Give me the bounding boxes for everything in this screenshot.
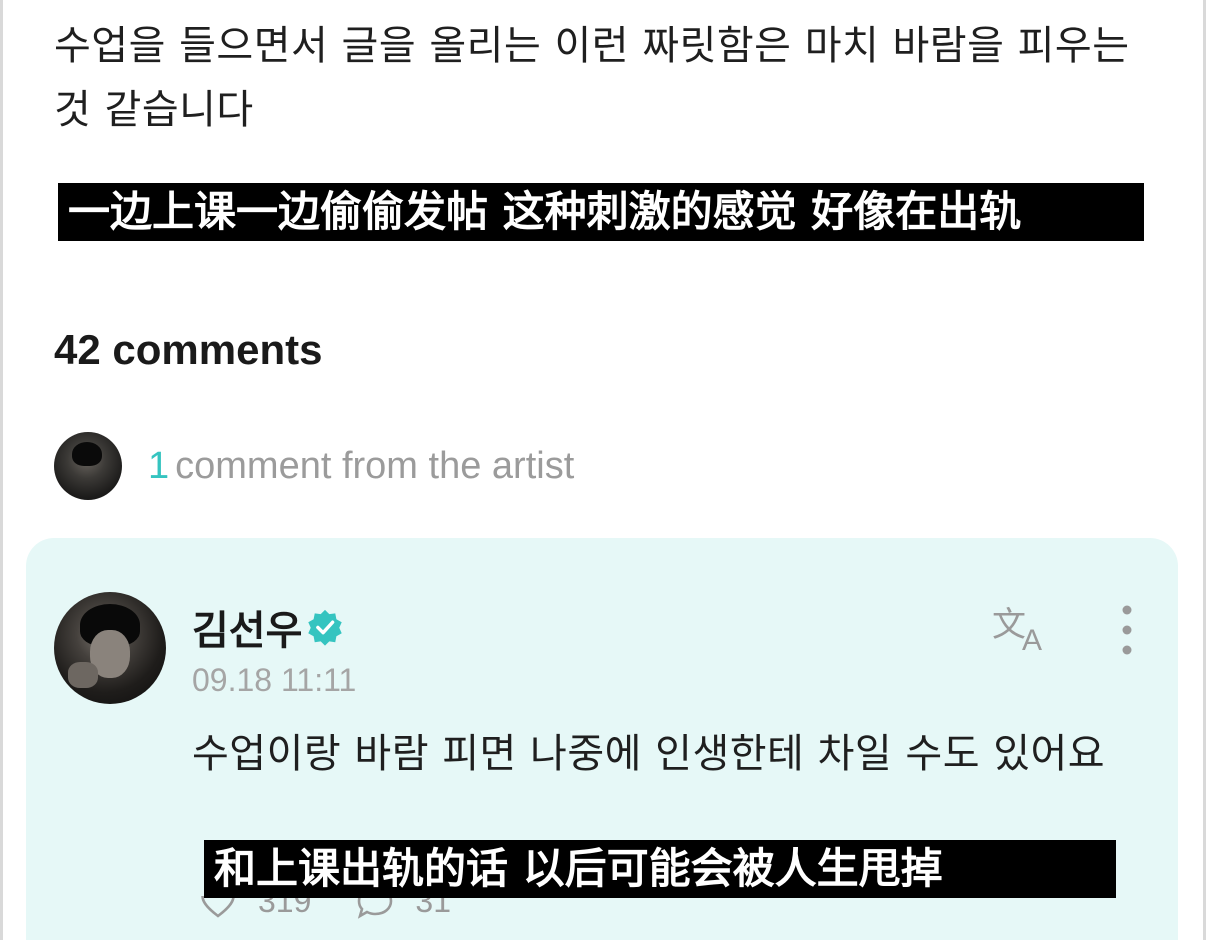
artist-comment-text: comment from the artist [175, 444, 575, 487]
post-body-text: 수업을 들으면서 글을 올리는 이런 짜릿함은 마치 바람을 피우는 것 같습니… [54, 23, 1130, 133]
reply-bubble-icon [358, 896, 393, 919]
svg-text:文: 文 [992, 605, 1026, 645]
heart-icon [201, 896, 235, 918]
reply-button[interactable]: 31 [355, 896, 451, 922]
video-subtitle-comment: 和上课出轨的话 以后可能会被人生甩掉 [204, 840, 1116, 898]
frame-edge-left [0, 0, 3, 940]
comment-actions: 319 31 [198, 896, 495, 940]
more-vertical-icon[interactable] [1114, 604, 1140, 658]
artist-comment-label: 1 comment from the artist [148, 445, 574, 488]
reply-count: 31 [415, 896, 451, 919]
commenter-avatar[interactable] [54, 592, 166, 704]
comment-body-text: 수업이랑 바람 피면 나중에 인생한테 차일 수도 있어요 [192, 731, 1106, 777]
commenter-username[interactable]: 김선우 [192, 598, 302, 656]
artist-avatar-small [54, 432, 122, 500]
comments-count-heading: 42 comments [54, 326, 323, 373]
comment-timestamp: 09.18 11:11 [192, 662, 357, 698]
artist-comment-count: 1 [148, 444, 170, 487]
verified-badge-icon [308, 609, 343, 646]
like-button[interactable]: 319 [198, 896, 311, 922]
like-count: 319 [258, 896, 312, 919]
artist-comment-filter[interactable]: 1 comment from the artist [54, 432, 574, 500]
translate-icon[interactable]: 文 A [992, 604, 1054, 652]
svg-text:A: A [1022, 624, 1042, 652]
video-subtitle-post: 一边上课一边偷偷发帖 这种刺激的感觉 好像在出轨 [58, 183, 1144, 241]
avatar-hand-shape [68, 662, 98, 688]
commenter-name-row: 김선우 [192, 598, 344, 656]
